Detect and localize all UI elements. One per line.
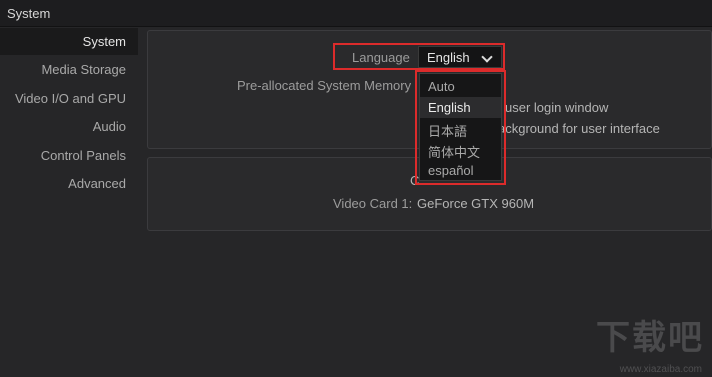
video-card-label: Video Card 1:: [333, 196, 413, 211]
sidebar-item-control-panels[interactable]: Control Panels: [0, 142, 138, 169]
dropdown-highlight-box: [415, 70, 506, 185]
language-select[interactable]: English: [418, 46, 502, 68]
sidebar-item-advanced[interactable]: Advanced: [0, 170, 138, 197]
sidebar-item-media-storage[interactable]: Media Storage: [0, 56, 138, 83]
background-ui-text: ackground for user interface: [498, 121, 660, 136]
sidebar-item-system[interactable]: System: [0, 28, 138, 55]
sidebar-item-video-io-gpu[interactable]: Video I/O and GPU: [0, 85, 138, 112]
language-select-value: English: [427, 50, 470, 65]
sidebar-item-audio[interactable]: Audio: [0, 113, 138, 140]
chevron-down-icon: [481, 51, 493, 63]
login-window-text: user login window: [505, 100, 609, 115]
sidebar: System Media Storage Video I/O and GPU A…: [0, 28, 138, 377]
video-card-value: GeForce GTX 960M: [417, 196, 535, 211]
window-title: System: [0, 0, 712, 27]
watermark-url: www.xiazaiba.com: [619, 364, 702, 375]
watermark-logo: 下载吧: [596, 318, 704, 358]
memory-label: Pre-allocated System Memory: [237, 78, 412, 93]
